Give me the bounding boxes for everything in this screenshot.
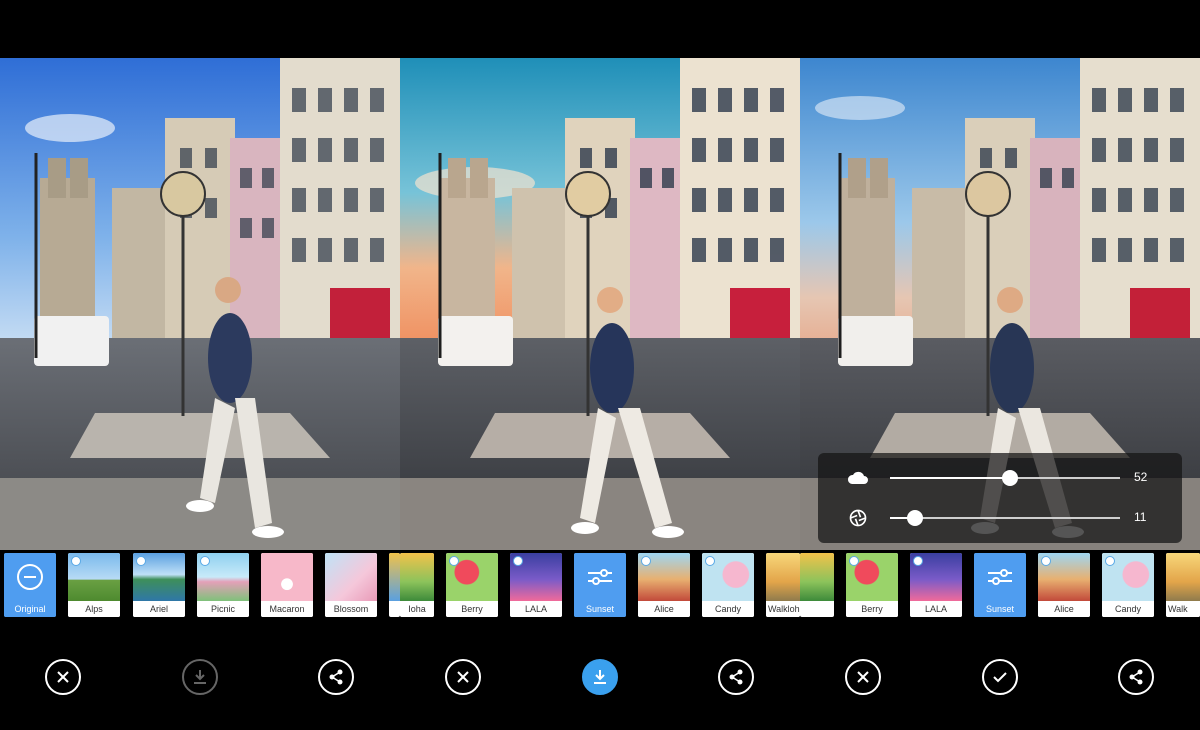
filter-blossom[interactable]: Blossom — [325, 553, 377, 617]
filter-label: Alice — [638, 601, 690, 617]
sliders-icon — [588, 569, 612, 585]
download-badge-icon — [71, 556, 81, 566]
action-bar — [400, 622, 800, 730]
download-button[interactable] — [182, 659, 218, 695]
aperture-value: 11 — [1134, 510, 1147, 524]
filter-label: Original — [4, 601, 56, 617]
filter-label: Candy — [1102, 601, 1154, 617]
adjust-row-aperture: 11 — [818, 503, 1182, 533]
sky-slider-fill — [890, 477, 1010, 479]
photo-preview — [0, 58, 400, 550]
share-button[interactable] — [718, 659, 754, 695]
sky-slider-handle[interactable] — [1001, 470, 1018, 486]
filter-label: Walk — [1166, 601, 1200, 617]
filter-ariel[interactable]: Ariel — [133, 553, 185, 617]
filter-alice[interactable]: Alice — [1038, 553, 1090, 617]
filter-alice[interactable]: Alice — [638, 553, 690, 617]
filter-partial[interactable] — [389, 553, 400, 617]
filter-label: Candy — [702, 601, 754, 617]
filter-sunset[interactable]: Sunset — [574, 553, 626, 617]
close-icon — [457, 671, 469, 683]
filter-label: Berry — [446, 601, 498, 617]
download-badge-icon — [641, 556, 651, 566]
panel-sunset: Ioha Berry LALA Sunset Alice Candy Walkl… — [400, 0, 800, 730]
filter-sunset[interactable]: Sunset — [974, 553, 1026, 617]
download-badge-icon — [449, 556, 459, 566]
aperture-slider-handle[interactable] — [907, 510, 924, 526]
filter-strip: Ioha Berry LALA Sunset Alice Candy Walkl… — [400, 550, 800, 622]
download-badge-icon — [1105, 556, 1115, 566]
download-icon — [594, 670, 606, 684]
aperture-icon — [849, 509, 867, 527]
filter-picnic[interactable]: Picnic — [197, 553, 249, 617]
filter-walk[interactable]: Walk — [1166, 553, 1200, 617]
filter-lala[interactable]: LALA — [910, 553, 962, 617]
sliders-icon — [988, 569, 1012, 585]
minus-circle-icon — [17, 564, 43, 590]
photo-preview — [400, 58, 800, 550]
filter-label: Walkloha — [766, 601, 800, 617]
close-button[interactable] — [445, 659, 481, 695]
download-badge-icon — [849, 556, 859, 566]
sky-value: 52 — [1134, 470, 1148, 484]
filter-label: Sunset — [974, 601, 1026, 617]
aperture-slider[interactable] — [890, 510, 1120, 526]
filter-strip: Original Alps Ariel Picnic Macaron Bloss… — [0, 550, 400, 622]
filter-lala[interactable]: LALA — [510, 553, 562, 617]
filter-label: Alice — [1038, 601, 1090, 617]
filter-berry[interactable]: Berry — [846, 553, 898, 617]
download-badge-icon — [200, 556, 210, 566]
close-icon — [57, 671, 69, 683]
close-button[interactable] — [45, 659, 81, 695]
confirm-button[interactable] — [982, 659, 1018, 695]
download-badge-icon — [136, 556, 146, 566]
filter-ioha[interactable] — [800, 553, 834, 617]
filter-ioha[interactable]: Ioha — [400, 553, 434, 617]
close-button[interactable] — [845, 659, 881, 695]
share-icon — [729, 669, 743, 685]
filter-label: Berry — [846, 601, 898, 617]
share-button[interactable] — [1118, 659, 1154, 695]
filter-original[interactable]: Original — [4, 553, 56, 617]
share-button[interactable] — [318, 659, 354, 695]
filter-label: Macaron — [261, 601, 313, 617]
filter-strip: Berry LALA Sunset Alice Candy Walk — [800, 550, 1200, 622]
download-button[interactable] — [582, 659, 618, 695]
close-icon — [857, 671, 869, 683]
filter-label: Ariel — [133, 601, 185, 617]
action-bar — [0, 622, 400, 730]
filter-label: Sunset — [574, 601, 626, 617]
action-bar — [800, 622, 1200, 730]
share-icon — [1129, 669, 1143, 685]
check-icon — [993, 672, 1007, 683]
filter-candy[interactable]: Candy — [702, 553, 754, 617]
filter-label: Picnic — [197, 601, 249, 617]
sky-slider[interactable] — [890, 470, 1120, 486]
download-badge-icon — [1041, 556, 1051, 566]
panel-adjust: 52 11 Berry LALA Sunset Alice Candy Walk — [800, 0, 1200, 730]
filter-label: LALA — [510, 601, 562, 617]
filter-walkloha[interactable]: Walkloha — [766, 553, 800, 617]
filter-label: Ioha — [400, 601, 434, 617]
filter-label: LALA — [910, 601, 962, 617]
filter-label: Alps — [68, 601, 120, 617]
filter-candy[interactable]: Candy — [1102, 553, 1154, 617]
filter-label: Blossom — [325, 601, 377, 617]
cloud-icon — [847, 471, 868, 484]
filter-alps[interactable]: Alps — [68, 553, 120, 617]
download-badge-icon — [913, 556, 923, 566]
adjust-row-sky: 52 — [818, 463, 1182, 493]
share-icon — [329, 669, 343, 685]
download-icon — [194, 670, 206, 684]
filter-berry[interactable]: Berry — [446, 553, 498, 617]
download-badge-icon — [513, 556, 523, 566]
download-badge-icon — [705, 556, 715, 566]
adjustment-panel: 52 11 — [818, 453, 1182, 543]
filter-macaron[interactable]: Macaron — [261, 553, 313, 617]
panel-original: Original Alps Ariel Picnic Macaron Bloss… — [0, 0, 400, 730]
